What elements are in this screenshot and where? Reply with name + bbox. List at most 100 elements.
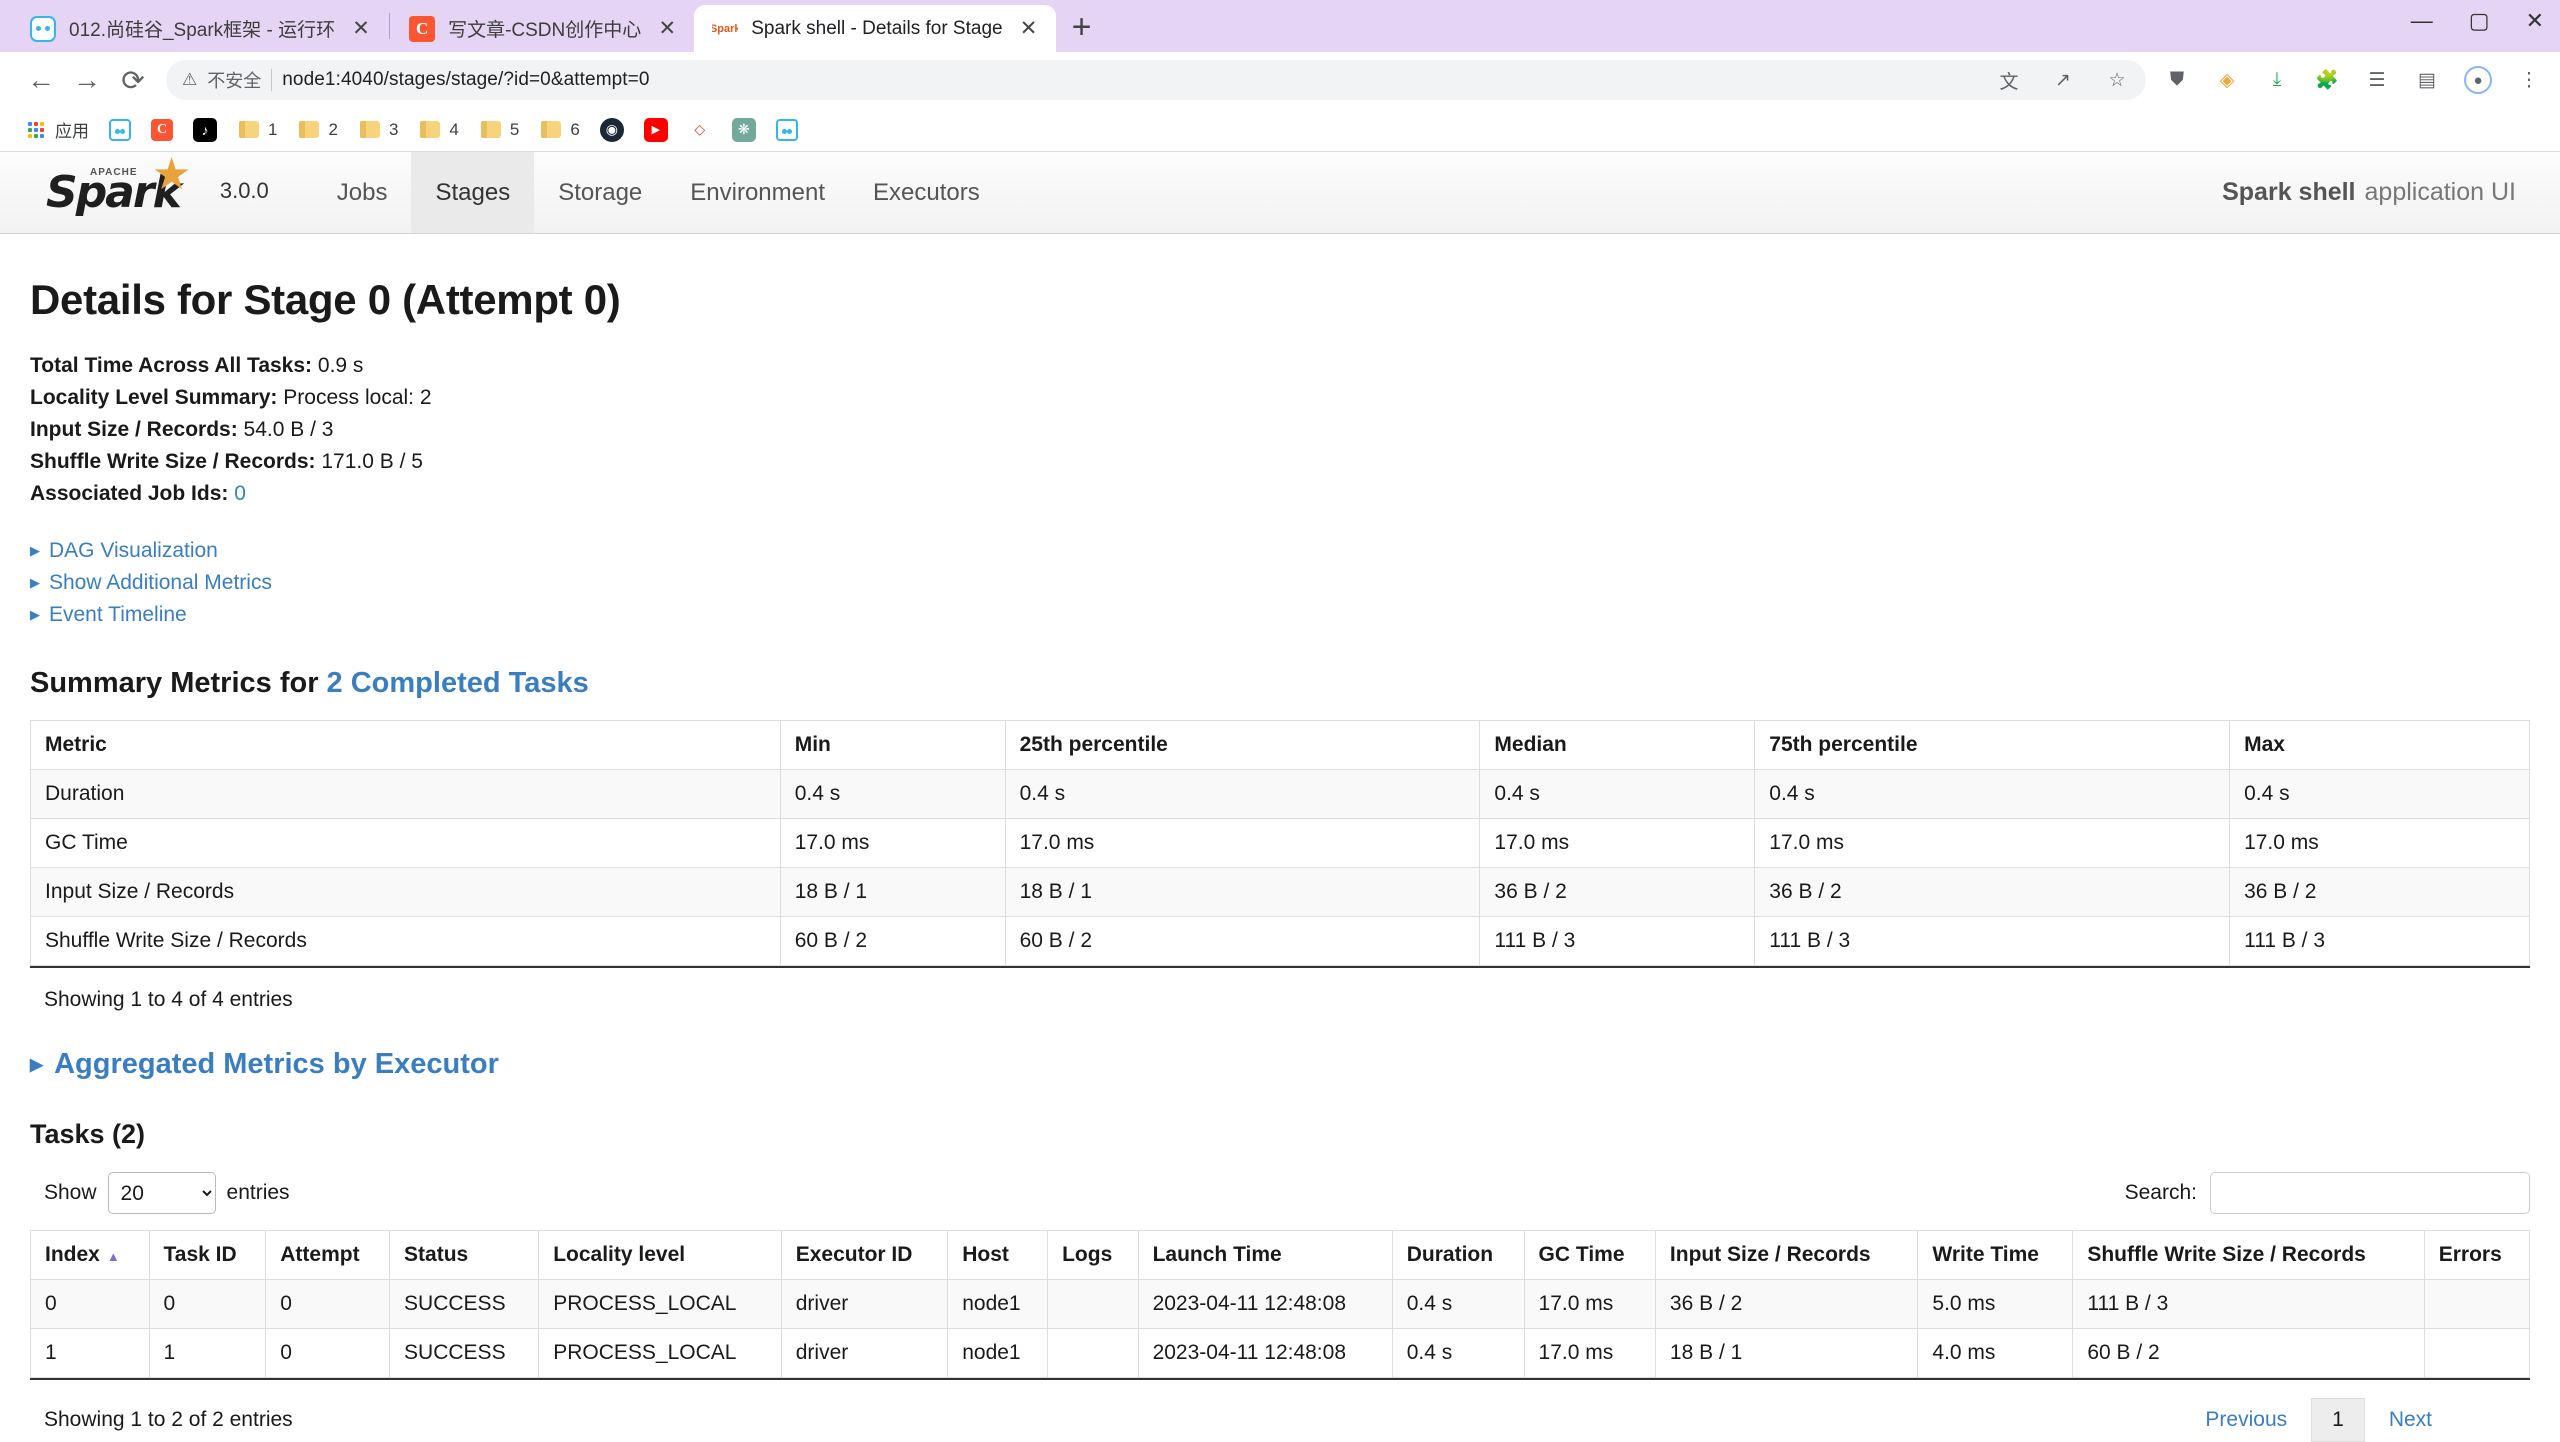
col-attempt[interactable]: Attempt	[265, 1230, 391, 1281]
page-length-select[interactable]: 204060100	[107, 1172, 216, 1215]
toggle-additional-metrics[interactable]: ▶ Show Additional Metrics	[30, 567, 2530, 599]
cell-status: SUCCESS	[389, 1328, 540, 1379]
bookmark-youtube[interactable]: ▶	[634, 117, 678, 142]
col-write-time[interactable]: Write Time	[1917, 1230, 2074, 1281]
browser-tab-1[interactable]: 012.尚硅谷_Spark框架 - 运行环 ✕	[12, 5, 388, 52]
col-task-id[interactable]: Task ID	[148, 1230, 267, 1281]
puzzle-icon[interactable]: 🧩	[2314, 67, 2340, 93]
address-bar[interactable]: ⚠ 不安全 node1:4040/stages/stage/?id=0&atte…	[166, 60, 2146, 100]
associated-job-id-link[interactable]: 0	[234, 482, 246, 505]
cell: 17.0 ms	[2229, 818, 2530, 869]
bookmark-tiktok[interactable]: ♪	[183, 117, 227, 142]
toggle-label[interactable]: Show Additional Metrics	[49, 567, 272, 599]
nav-item-storage[interactable]: Storage	[534, 152, 666, 233]
close-icon[interactable]: ✕	[348, 16, 374, 42]
back-icon[interactable]: ←	[18, 57, 64, 103]
spark-nav-menu: Jobs Stages Storage Environment Executor…	[313, 152, 1004, 233]
cell-locality-level: PROCESS_LOCAL	[538, 1328, 782, 1379]
page-number-1[interactable]: 1	[2311, 1398, 2365, 1442]
spark-logo[interactable]: APACHE Spark ★ 3.0.0	[0, 152, 269, 233]
bookmark-folder-1[interactable]: 1	[227, 118, 287, 142]
col-input-size-records[interactable]: Input Size / Records	[1654, 1230, 1919, 1281]
col-75th[interactable]: 75th percentile	[1754, 720, 2231, 771]
page-content: Details for Stage 0 (Attempt 0) Total Ti…	[0, 276, 2560, 1442]
nav-item-stages[interactable]: Stages	[411, 152, 535, 233]
bookmark-folder-4[interactable]: 4	[408, 118, 468, 142]
browser-tab-2[interactable]: C 写文章-CSDN创作中心 ✕	[391, 5, 694, 52]
profile-avatar-icon[interactable]: ●	[2464, 66, 2492, 94]
summary-value: Process local: 2	[283, 386, 432, 410]
col-median[interactable]: Median	[1479, 720, 1756, 771]
close-window-icon[interactable]: ✕	[2526, 8, 2544, 34]
toggle-label[interactable]: Event Timeline	[49, 599, 187, 631]
nav-item-executors[interactable]: Executors	[849, 152, 1004, 233]
bookmark-csdn[interactable]: C	[141, 118, 183, 141]
toggle-event-timeline[interactable]: ▶ Event Timeline	[30, 599, 2530, 631]
bookmark-folder-5[interactable]: 5	[469, 118, 529, 142]
shield-icon[interactable]: ⛊	[2164, 67, 2190, 93]
share-icon[interactable]: ↗	[2050, 67, 2076, 93]
previous-page-button[interactable]: Previous	[2187, 1408, 2305, 1432]
bookmark-bilibili[interactable]	[99, 118, 141, 141]
bookmark-folder-3[interactable]: 3	[348, 118, 408, 142]
bookmark-apps[interactable]: 应用	[14, 117, 99, 142]
col-locality-level[interactable]: Locality level	[538, 1230, 782, 1281]
col-metric[interactable]: Metric	[30, 720, 781, 771]
bookmark-folder-2[interactable]: 2	[287, 118, 347, 142]
col-index[interactable]: Index ▲	[30, 1230, 150, 1281]
bookmark-juejin[interactable]: ◇	[678, 118, 722, 142]
close-icon[interactable]: ✕	[1016, 16, 1042, 42]
bookmark-steam[interactable]: ◉	[590, 117, 634, 142]
translate-icon[interactable]: 文	[1996, 67, 2022, 93]
bilibili-icon	[109, 118, 131, 141]
search-input[interactable]	[2210, 1172, 2530, 1215]
table-row: Duration 0.4 s 0.4 s 0.4 s 0.4 s 0.4 s	[30, 769, 2530, 820]
col-status[interactable]: Status	[389, 1230, 540, 1281]
sidepanel-icon[interactable]: ▤	[2414, 67, 2440, 93]
cell: 18 B / 1	[1004, 867, 1481, 918]
nav-item-environment[interactable]: Environment	[666, 152, 849, 233]
col-host[interactable]: Host	[947, 1230, 1049, 1281]
toggle-aggregated-metrics[interactable]: ▶ Aggregated Metrics by Executor	[30, 1048, 2530, 1081]
cell-write-time: 5.0 ms	[1917, 1279, 2074, 1330]
col-min[interactable]: Min	[779, 720, 1006, 771]
next-page-button[interactable]: Next	[2371, 1408, 2450, 1432]
toggle-label[interactable]: DAG Visualization	[49, 535, 218, 567]
col-executor-id[interactable]: Executor ID	[780, 1230, 949, 1281]
col-max[interactable]: Max	[2229, 720, 2530, 771]
summary-metrics-heading-prefix: Summary Metrics for	[30, 667, 327, 700]
csdn-icon: C	[409, 15, 436, 42]
cell: 0.4 s	[2229, 769, 2530, 820]
forward-icon[interactable]: →	[64, 57, 110, 103]
reload-icon[interactable]: ⟳	[110, 57, 156, 103]
col-gc-time[interactable]: GC Time	[1523, 1230, 1656, 1281]
nav-item-jobs[interactable]: Jobs	[313, 152, 412, 233]
col-launch-time[interactable]: Launch Time	[1137, 1230, 1393, 1281]
maximize-icon[interactable]: ▢	[2469, 8, 2490, 34]
table-row: Input Size / Records 18 B / 1 18 B / 1 3…	[30, 867, 2530, 918]
bookmark-star-icon[interactable]: ☆	[2104, 67, 2130, 93]
cell: 18 B / 1	[779, 867, 1006, 918]
col-25th[interactable]: 25th percentile	[1004, 720, 1481, 771]
browser-tab-3[interactable]: Spark Spark shell - Details for Stage ✕	[694, 5, 1056, 52]
minimize-icon[interactable]: —	[2411, 8, 2433, 34]
cell-launch-time: 2023-04-11 12:48:08	[1137, 1279, 1393, 1330]
bookmark-openai[interactable]: ❋	[722, 117, 766, 142]
entries-label: entries	[226, 1181, 290, 1205]
browser-toolbar: ← → ⟳ ⚠ 不安全 node1:4040/stages/stage/?id=…	[0, 52, 2560, 108]
download-icon[interactable]: ⤓	[2264, 67, 2290, 93]
col-shuffle-write-size-records[interactable]: Shuffle Write Size / Records	[2072, 1230, 2425, 1281]
cell: Shuffle Write Size / Records	[30, 916, 781, 967]
col-errors[interactable]: Errors	[2423, 1230, 2531, 1281]
extension-puzzle-icon[interactable]: ◈	[2214, 67, 2240, 93]
bookmark-bilibili-2[interactable]	[766, 118, 808, 141]
col-duration[interactable]: Duration	[1391, 1230, 1525, 1281]
bookmark-folder-6[interactable]: 6	[529, 118, 589, 142]
reading-list-icon[interactable]: ☰	[2364, 67, 2390, 93]
new-tab-button[interactable]: +	[1072, 10, 1092, 44]
completed-tasks-link[interactable]: 2 Completed Tasks	[327, 667, 589, 699]
menu-kebab-icon[interactable]: ⋮	[2516, 67, 2542, 93]
col-logs[interactable]: Logs	[1047, 1230, 1139, 1281]
toggle-dag-visualization[interactable]: ▶ DAG Visualization	[30, 535, 2530, 567]
close-icon[interactable]: ✕	[654, 16, 680, 42]
